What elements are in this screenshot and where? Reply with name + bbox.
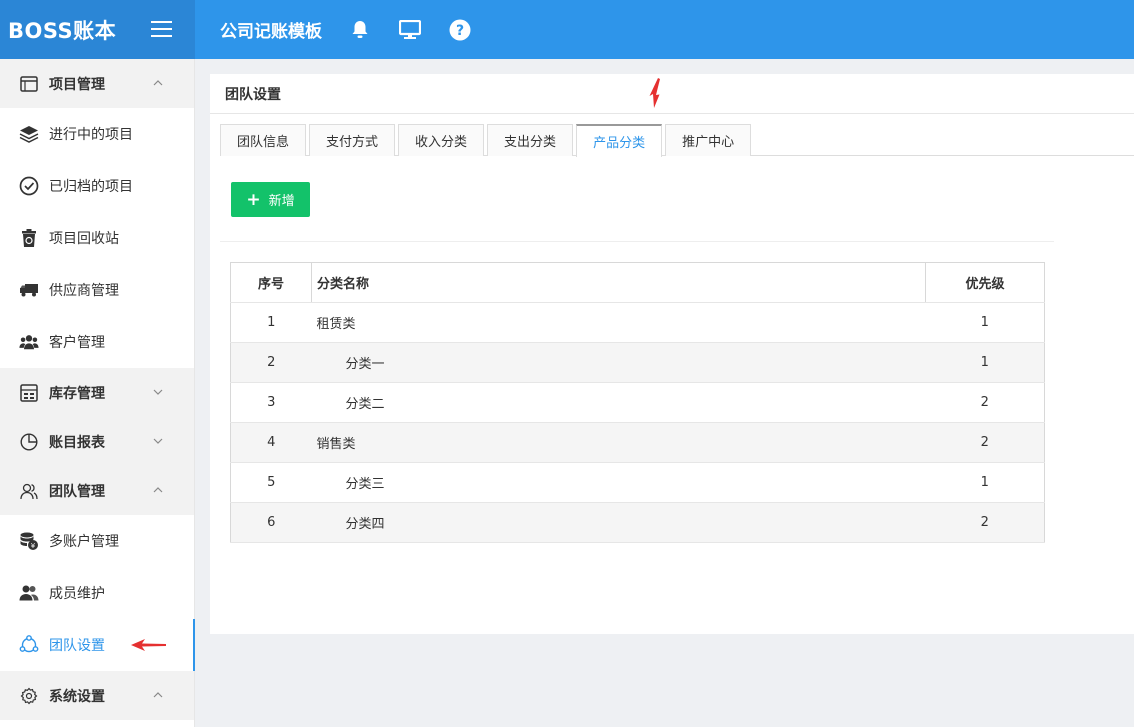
divider — [220, 241, 1054, 242]
members-icon — [19, 583, 39, 603]
truck-icon — [19, 280, 39, 300]
logo-text: BOSS账本 — [8, 18, 117, 43]
chevron-down-icon — [153, 438, 163, 444]
table-row[interactable]: 6 分类四 2 — [230, 502, 1045, 543]
tab-bar: 团队信息 支付方式 收入分类 支出分类 产品分类 推广中心 — [220, 124, 1134, 157]
column-header-name: 分类名称 — [311, 262, 926, 303]
cell-no: 3 — [230, 382, 312, 423]
cell-priority: 1 — [925, 462, 1045, 503]
sidebar-item-label: 多账户管理 — [49, 534, 119, 550]
annotation-arrow-left-icon — [131, 639, 166, 651]
cell-no: 5 — [230, 462, 312, 503]
sidebar-item-label: 已归档的项目 — [49, 179, 133, 195]
layers-icon — [19, 124, 39, 144]
content-panel: 团队设置 团队信息 支付方式 收入分类 支出分类 产品分类 推广中心 + 新增 … — [210, 74, 1134, 634]
cell-priority: 2 — [925, 422, 1045, 463]
help-icon[interactable]: ? — [448, 18, 472, 42]
sidebar-group-project[interactable]: 项目管理 — [0, 59, 194, 108]
sidebar-item-members[interactable]: 成员维护 — [0, 567, 194, 619]
page-title: 团队设置 — [225, 87, 281, 103]
table-row[interactable]: 2 分类一 1 — [230, 342, 1045, 383]
sidebar-group-inventory[interactable]: 库存管理 — [0, 368, 194, 417]
add-button-label: 新增 — [268, 194, 295, 209]
sidebar-item-multi-account[interactable]: ¥ 多账户管理 — [0, 515, 194, 567]
cell-priority: 1 — [925, 302, 1045, 343]
sidebar-item-project-recycle-bin[interactable]: 项目回收站 — [0, 212, 194, 264]
plus-icon: + — [246, 189, 261, 210]
cell-priority: 2 — [925, 382, 1045, 423]
sidebar-group-label: 项目管理 — [49, 76, 105, 93]
tab-payment-methods[interactable]: 支付方式 — [309, 124, 396, 156]
app-title[interactable]: 公司记账模板 — [220, 17, 322, 42]
sidebar-group-reports[interactable]: 账目报表 — [0, 417, 194, 466]
cell-name: 分类三 — [311, 462, 926, 503]
sidebar-item-label: 项目回收站 — [49, 231, 119, 247]
topbar: 公司记账模板 ? — [195, 0, 1134, 59]
column-header-priority: 优先级 — [925, 262, 1045, 303]
tab-expense-categories[interactable]: 支出分类 — [487, 124, 574, 156]
tab-product-categories[interactable]: 产品分类 — [576, 124, 663, 157]
gear-icon — [19, 686, 39, 706]
cell-no: 2 — [230, 342, 312, 383]
inventory-icon — [19, 383, 39, 403]
team-icon — [19, 481, 39, 501]
cell-name: 分类四 — [311, 502, 926, 543]
add-button[interactable]: + 新增 — [231, 182, 310, 217]
column-header-no: 序号 — [230, 262, 312, 303]
check-circle-icon — [19, 176, 39, 196]
cell-priority: 2 — [925, 502, 1045, 543]
sidebar-item-label: 客户管理 — [49, 335, 105, 351]
cell-no: 4 — [230, 422, 312, 463]
monitor-icon[interactable] — [398, 18, 422, 42]
svg-text:¥: ¥ — [31, 542, 36, 550]
sidebar: 项目管理 进行中的项目 已归档的项目 项目回收站 供应商管理 客户管理 库存管理… — [0, 59, 195, 727]
sidebar-group-system-settings[interactable]: 系统设置 — [0, 671, 194, 720]
cell-no: 1 — [230, 302, 312, 343]
sidebar-item-archived-projects[interactable]: 已归档的项目 — [0, 160, 194, 212]
cell-name: 租赁类 — [311, 302, 926, 343]
menu-toggle-icon[interactable] — [151, 21, 172, 38]
sidebar-group-label: 库存管理 — [49, 385, 105, 402]
divider — [210, 113, 1134, 114]
cell-no: 6 — [230, 502, 312, 543]
sidebar-item-label: 进行中的项目 — [49, 127, 133, 143]
table-row[interactable]: 1 租赁类 1 — [230, 302, 1045, 343]
sidebar-item-suppliers[interactable]: 供应商管理 — [0, 264, 194, 316]
cell-name: 分类二 — [311, 382, 926, 423]
window-icon — [19, 74, 39, 94]
tab-income-categories[interactable]: 收入分类 — [398, 124, 485, 156]
team-settings-icon — [19, 635, 39, 655]
table-row[interactable]: 4 销售类 2 — [230, 422, 1045, 463]
sidebar-item-label: 团队设置 — [49, 638, 105, 654]
annotation-arrow-down-icon — [649, 78, 660, 108]
users-icon — [19, 332, 39, 352]
bell-icon[interactable] — [348, 18, 372, 42]
cell-priority: 1 — [925, 342, 1045, 383]
chevron-down-icon — [153, 389, 163, 395]
tab-promotion-center[interactable]: 推广中心 — [665, 124, 752, 156]
chevron-up-icon — [153, 80, 163, 86]
sidebar-group-label: 系统设置 — [49, 688, 105, 705]
category-table: 序号 分类名称 优先级 1 租赁类 1 2 分类一 1 3 分类二 2 4 销售… — [230, 262, 1045, 543]
sidebar-item-customers[interactable]: 客户管理 — [0, 316, 194, 368]
sidebar-group-team[interactable]: 团队管理 — [0, 466, 194, 515]
table-row[interactable]: 5 分类三 1 — [230, 462, 1045, 503]
coins-icon: ¥ — [19, 531, 39, 551]
sidebar-group-label: 团队管理 — [49, 483, 105, 500]
chevron-up-icon — [153, 692, 163, 698]
table-row[interactable]: 3 分类二 2 — [230, 382, 1045, 423]
cell-name: 销售类 — [311, 422, 926, 463]
sidebar-item-label: 成员维护 — [49, 586, 105, 602]
recycle-bin-icon — [19, 228, 39, 248]
table-header-row: 序号 分类名称 优先级 — [230, 262, 1045, 303]
chevron-up-icon — [153, 487, 163, 493]
cell-name: 分类一 — [311, 342, 926, 383]
svg-text:?: ? — [456, 23, 464, 39]
tab-team-info[interactable]: 团队信息 — [220, 124, 307, 156]
sidebar-item-label: 供应商管理 — [49, 283, 119, 299]
sidebar-group-label: 账目报表 — [49, 434, 105, 451]
pie-chart-icon — [19, 432, 39, 452]
sidebar-item-ongoing-projects[interactable]: 进行中的项目 — [0, 108, 194, 160]
